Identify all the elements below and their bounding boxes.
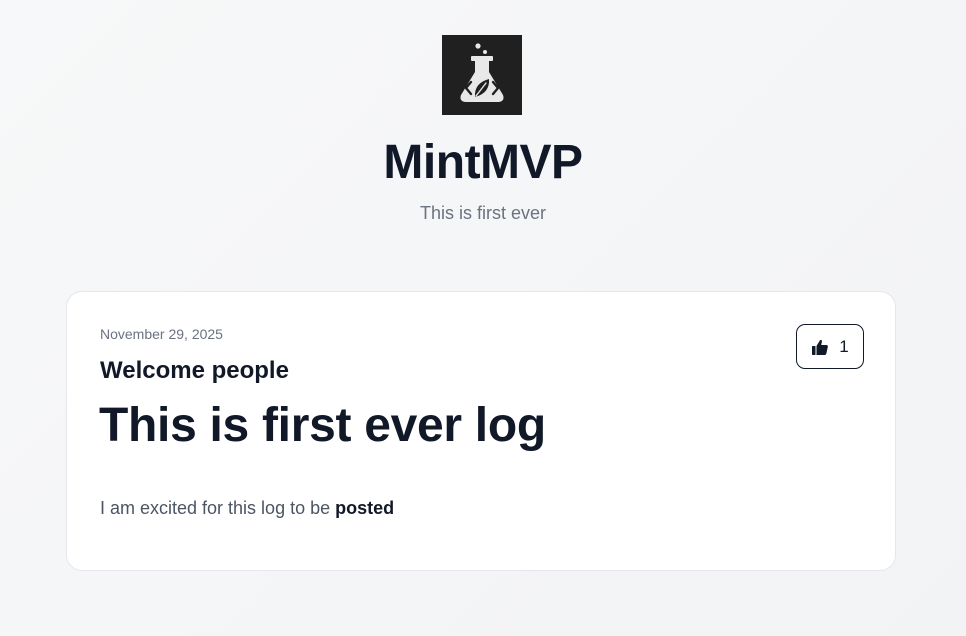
app-title: MintMVP — [383, 136, 583, 189]
like-button[interactable]: 1 — [796, 324, 864, 369]
post-heading: Welcome people — [100, 357, 289, 384]
post-body-text: I am excited for this log to be — [100, 498, 336, 518]
log-post-card: November 29, 2025 Welcome people This is… — [66, 291, 896, 571]
logo-icon — [442, 35, 522, 115]
thumbs-up-icon — [811, 338, 829, 356]
post-body-bold: posted — [335, 498, 395, 518]
post-body: I am excited for this log to be posted — [100, 497, 394, 519]
app-subtitle: This is first ever — [419, 203, 547, 223]
post-title: This is first ever log — [99, 399, 546, 452]
like-count: 1 — [839, 336, 849, 356]
post-date: November 29, 2025 — [100, 326, 223, 342]
